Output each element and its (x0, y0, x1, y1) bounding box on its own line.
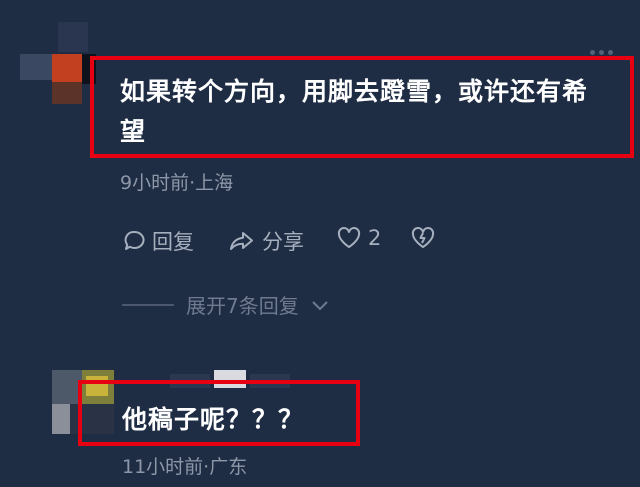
reply-icon (124, 230, 145, 250)
expand-replies-label: 展开7条回复 (186, 294, 299, 318)
username-obscured (170, 370, 310, 392)
reply-label: 回复 (152, 230, 194, 254)
dislike-icon (411, 227, 435, 248)
expand-divider (122, 303, 174, 306)
share-button[interactable]: 分享 (228, 226, 304, 256)
dislike-button[interactable] (410, 226, 436, 250)
comment-text: 如果转个方向，用脚去蹬雪，或许还有希 望 (120, 72, 600, 152)
share-icon (230, 232, 253, 250)
chevron-down-icon (312, 300, 328, 310)
like-button[interactable]: 2 (336, 226, 381, 250)
reply-button[interactable]: 回复 (122, 226, 194, 256)
like-count: 2 (368, 226, 382, 250)
share-label: 分享 (262, 230, 304, 254)
avatar[interactable] (20, 22, 106, 104)
comment-meta: 9小时前·上海 (120, 172, 234, 194)
comment-text-line-1: 如果转个方向，用脚去蹬雪，或许还有希 (120, 77, 589, 106)
like-icon (337, 227, 361, 248)
comment-meta: 11小时前·广东 (122, 456, 248, 478)
more-icon[interactable] (590, 50, 613, 55)
comment-text-line-2: 望 (120, 117, 147, 146)
comment-text: 他稿子呢？？？ (122, 405, 305, 434)
avatar[interactable] (52, 370, 124, 442)
expand-replies[interactable]: 展开7条回复 (122, 290, 329, 319)
